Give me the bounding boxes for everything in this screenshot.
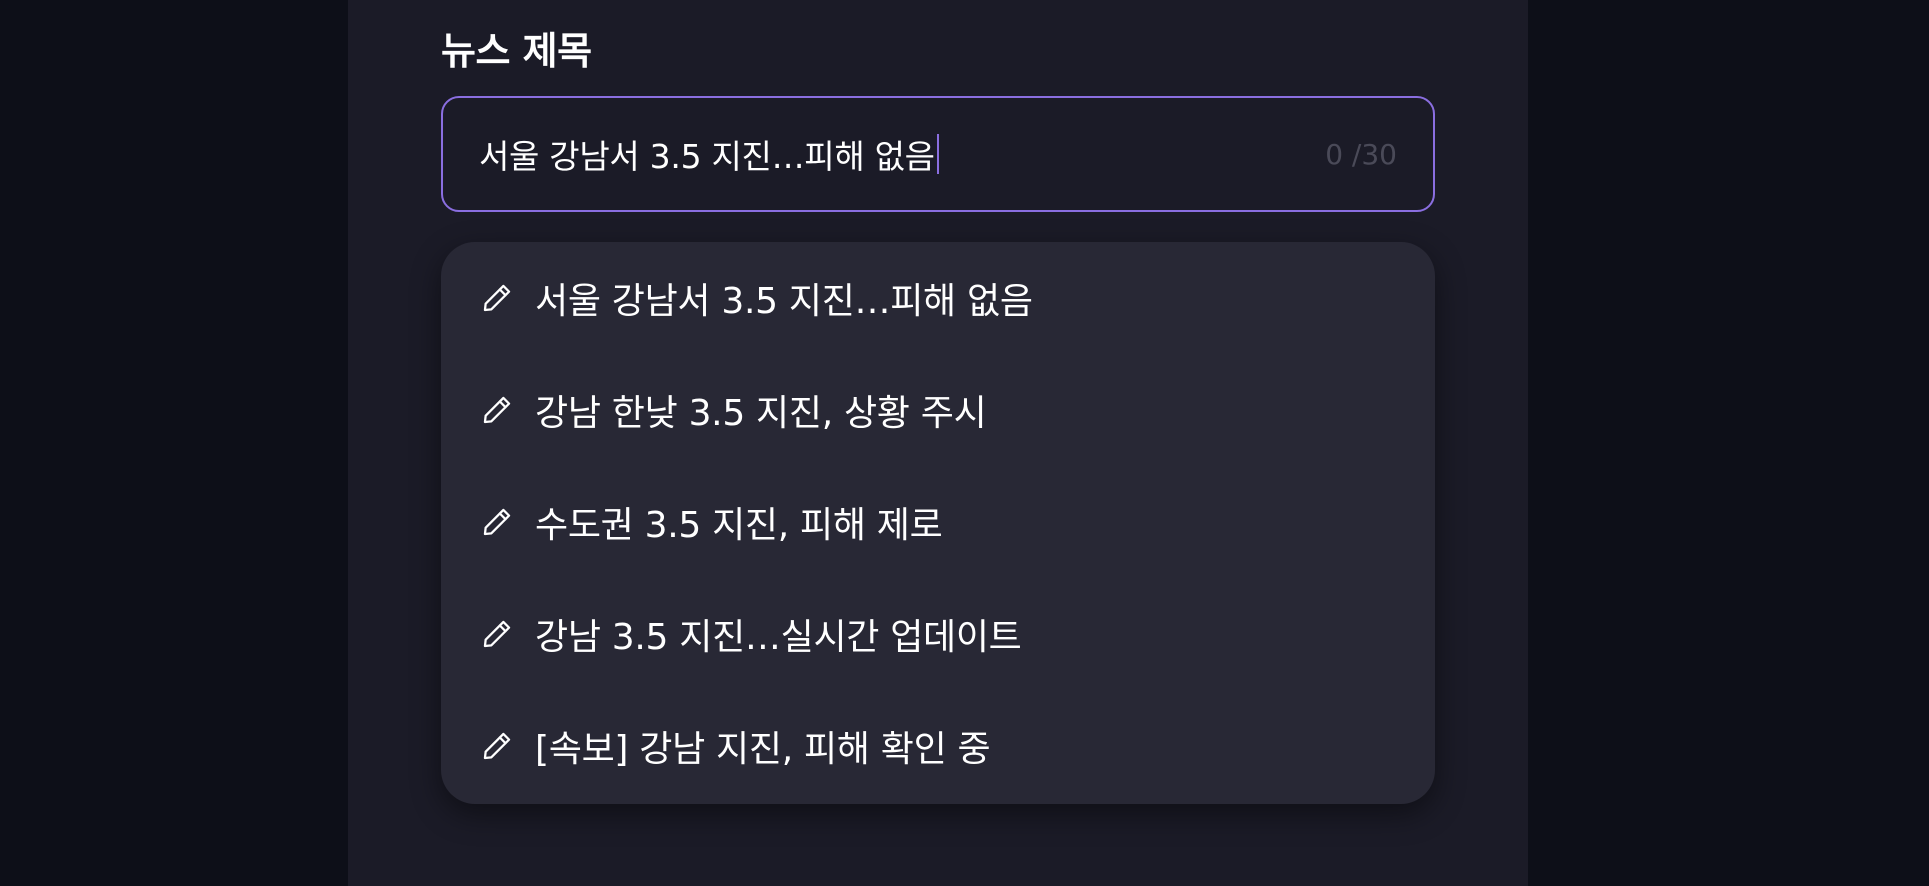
suggestion-item[interactable]: 수도권 3.5 지진, 피해 제로 xyxy=(441,466,1435,578)
suggestion-label: 수도권 3.5 지진, 피해 제로 xyxy=(535,505,943,546)
news-title-input[interactable]: 서울 강남서 3.5 지진…피해 없음 0 /30 xyxy=(441,96,1435,212)
suggestion-label: 강남 한낮 3.5 지진, 상황 주시 xyxy=(535,393,987,434)
pencil-icon xyxy=(479,728,515,764)
suggestion-label: 강남 3.5 지진…실시간 업데이트 xyxy=(535,617,1022,658)
suggestion-dropdown: 서울 강남서 3.5 지진…피해 없음 강남 한낮 3.5 지진, 상황 주시 … xyxy=(441,242,1435,804)
suggestion-item[interactable]: 강남 3.5 지진…실시간 업데이트 xyxy=(441,578,1435,690)
suggestion-item[interactable]: [속보] 강남 지진, 피해 확인 중 xyxy=(441,690,1435,802)
pencil-icon xyxy=(479,392,515,428)
field-label: 뉴스 제목 xyxy=(441,29,592,73)
pencil-icon xyxy=(479,616,515,652)
suggestion-label: [속보] 강남 지진, 피해 확인 중 xyxy=(535,729,991,770)
input-value[interactable]: 서울 강남서 3.5 지진…피해 없음 xyxy=(479,130,935,178)
suggestion-item[interactable]: 서울 강남서 3.5 지진…피해 없음 xyxy=(441,242,1435,354)
suggestion-item[interactable]: 강남 한낮 3.5 지진, 상황 주시 xyxy=(441,354,1435,466)
character-counter: 0 /30 xyxy=(1325,137,1397,171)
pencil-icon xyxy=(479,504,515,540)
text-caret xyxy=(936,134,939,174)
pencil-icon xyxy=(479,280,515,316)
page: 뉴스 제목 서울 강남서 3.5 지진…피해 없음 0 /30 서울 강남서 3… xyxy=(0,0,1929,886)
suggestion-label: 서울 강남서 3.5 지진…피해 없음 xyxy=(535,281,1033,322)
